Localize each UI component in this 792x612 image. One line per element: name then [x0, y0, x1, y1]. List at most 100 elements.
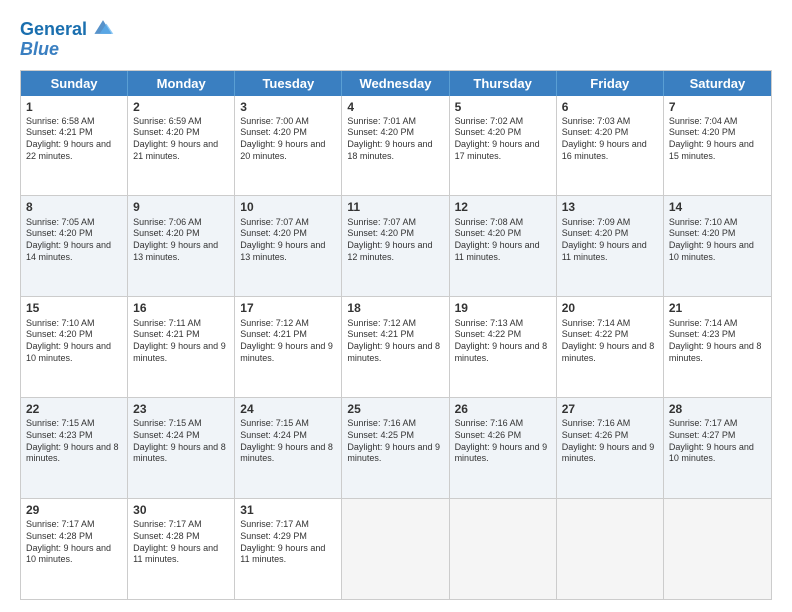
page-header: General Blue [20, 16, 772, 60]
calendar-cell: 25Sunrise: 7:16 AM Sunset: 4:25 PM Dayli… [342, 398, 449, 498]
day-info: Sunrise: 7:07 AM Sunset: 4:20 PM Dayligh… [240, 217, 336, 264]
calendar-cell: 20Sunrise: 7:14 AM Sunset: 4:22 PM Dayli… [557, 297, 664, 397]
calendar-day-header: Tuesday [235, 71, 342, 96]
calendar-cell: 28Sunrise: 7:17 AM Sunset: 4:27 PM Dayli… [664, 398, 771, 498]
calendar-cell: 2Sunrise: 6:59 AM Sunset: 4:20 PM Daylig… [128, 96, 235, 196]
day-number: 10 [240, 199, 336, 215]
calendar-day-header: Monday [128, 71, 235, 96]
day-number: 11 [347, 199, 443, 215]
day-info: Sunrise: 7:17 AM Sunset: 4:27 PM Dayligh… [669, 418, 766, 465]
calendar-cell: 24Sunrise: 7:15 AM Sunset: 4:24 PM Dayli… [235, 398, 342, 498]
day-info: Sunrise: 7:10 AM Sunset: 4:20 PM Dayligh… [669, 217, 766, 264]
day-number: 24 [240, 401, 336, 417]
calendar-cell: 31Sunrise: 7:17 AM Sunset: 4:29 PM Dayli… [235, 499, 342, 599]
day-number: 28 [669, 401, 766, 417]
day-info: Sunrise: 7:17 AM Sunset: 4:28 PM Dayligh… [26, 519, 122, 566]
calendar-cell: 5Sunrise: 7:02 AM Sunset: 4:20 PM Daylig… [450, 96, 557, 196]
day-info: Sunrise: 7:01 AM Sunset: 4:20 PM Dayligh… [347, 116, 443, 163]
calendar-cell: 6Sunrise: 7:03 AM Sunset: 4:20 PM Daylig… [557, 96, 664, 196]
day-number: 29 [26, 502, 122, 518]
day-number: 17 [240, 300, 336, 316]
day-number: 13 [562, 199, 658, 215]
day-number: 25 [347, 401, 443, 417]
logo: General Blue [20, 20, 115, 60]
day-info: Sunrise: 7:16 AM Sunset: 4:26 PM Dayligh… [455, 418, 551, 465]
calendar: SundayMondayTuesdayWednesdayThursdayFrid… [20, 70, 772, 600]
calendar-day-header: Wednesday [342, 71, 449, 96]
day-number: 8 [26, 199, 122, 215]
day-number: 22 [26, 401, 122, 417]
calendar-cell: 4Sunrise: 7:01 AM Sunset: 4:20 PM Daylig… [342, 96, 449, 196]
calendar-cell: 1Sunrise: 6:58 AM Sunset: 4:21 PM Daylig… [21, 96, 128, 196]
day-info: Sunrise: 7:07 AM Sunset: 4:20 PM Dayligh… [347, 217, 443, 264]
day-info: Sunrise: 7:11 AM Sunset: 4:21 PM Dayligh… [133, 318, 229, 365]
calendar-cell: 18Sunrise: 7:12 AM Sunset: 4:21 PM Dayli… [342, 297, 449, 397]
calendar-cell-empty [450, 499, 557, 599]
calendar-day-header: Sunday [21, 71, 128, 96]
calendar-cell: 16 Sunrise: 7:11 AM Sunset: 4:21 PM Dayli… [128, 297, 235, 397]
calendar-cell-empty [557, 499, 664, 599]
day-number: 19 [455, 300, 551, 316]
day-info: Sunrise: 7:15 AM Sunset: 4:24 PM Dayligh… [133, 418, 229, 465]
calendar-cell: 14 Sunrise: 7:10 AM Sunset: 4:20 PM Dayli… [664, 196, 771, 296]
day-number: 27 [562, 401, 658, 417]
day-info: Sunrise: 6:59 AM Sunset: 4:20 PM Dayligh… [133, 116, 229, 163]
calendar-cell: 30Sunrise: 7:17 AM Sunset: 4:28 PM Dayli… [128, 499, 235, 599]
day-info: Sunrise: 7:12 AM Sunset: 4:21 PM Dayligh… [347, 318, 443, 365]
day-info: Sunrise: 7:16 AM Sunset: 4:26 PM Dayligh… [562, 418, 658, 465]
logo-blue: Blue [20, 40, 115, 60]
calendar-day-header: Friday [557, 71, 664, 96]
day-info: Sunrise: 7:14 AM Sunset: 4:23 PM Dayligh… [669, 318, 766, 365]
calendar-cell: 8Sunrise: 7:05 AM Sunset: 4:20 PM Daylig… [21, 196, 128, 296]
day-info: Sunrise: 7:03 AM Sunset: 4:20 PM Dayligh… [562, 116, 658, 163]
day-number: 9 [133, 199, 229, 215]
calendar-cell-empty [342, 499, 449, 599]
calendar-cell-empty [664, 499, 771, 599]
day-info: Sunrise: 7:15 AM Sunset: 4:24 PM Dayligh… [240, 418, 336, 465]
calendar-week: 22Sunrise: 7:15 AM Sunset: 4:23 PM Dayli… [21, 398, 771, 499]
day-number: 23 [133, 401, 229, 417]
calendar-cell: 3Sunrise: 7:00 AM Sunset: 4:20 PM Daylig… [235, 96, 342, 196]
day-number: 2 [133, 99, 229, 115]
logo-text: General [20, 20, 87, 40]
calendar-cell: 29Sunrise: 7:17 AM Sunset: 4:28 PM Dayli… [21, 499, 128, 599]
day-info: Sunrise: 7:13 AM Sunset: 4:22 PM Dayligh… [455, 318, 551, 365]
calendar-cell: 13Sunrise: 7:09 AM Sunset: 4:20 PM Dayli… [557, 196, 664, 296]
calendar-cell: 17 Sunrise: 7:12 AM Sunset: 4:21 PM Dayli… [235, 297, 342, 397]
day-info: Sunrise: 7:02 AM Sunset: 4:20 PM Dayligh… [455, 116, 551, 163]
day-number: 21 [669, 300, 766, 316]
day-number: 20 [562, 300, 658, 316]
logo-icon [91, 15, 115, 39]
day-number: 1 [26, 99, 122, 115]
day-info: Sunrise: 7:17 AM Sunset: 4:28 PM Dayligh… [133, 519, 229, 566]
calendar-week: 15Sunrise: 7:10 AM Sunset: 4:20 PM Dayli… [21, 297, 771, 398]
calendar-week: 1Sunrise: 6:58 AM Sunset: 4:21 PM Daylig… [21, 96, 771, 197]
day-info: Sunrise: 7:12 AM Sunset: 4:21 PM Dayligh… [240, 318, 336, 365]
calendar-cell: 22Sunrise: 7:15 AM Sunset: 4:23 PM Dayli… [21, 398, 128, 498]
day-info: Sunrise: 7:10 AM Sunset: 4:20 PM Dayligh… [26, 318, 122, 365]
calendar-day-header: Saturday [664, 71, 771, 96]
calendar-body: 1Sunrise: 6:58 AM Sunset: 4:21 PM Daylig… [21, 96, 771, 599]
day-number: 30 [133, 502, 229, 518]
calendar-cell: 23Sunrise: 7:15 AM Sunset: 4:24 PM Dayli… [128, 398, 235, 498]
day-number: 7 [669, 99, 766, 115]
calendar-day-header: Thursday [450, 71, 557, 96]
day-number: 6 [562, 99, 658, 115]
calendar-cell: 7Sunrise: 7:04 AM Sunset: 4:20 PM Daylig… [664, 96, 771, 196]
calendar-week: 29Sunrise: 7:17 AM Sunset: 4:28 PM Dayli… [21, 499, 771, 599]
day-number: 5 [455, 99, 551, 115]
calendar-cell: 27Sunrise: 7:16 AM Sunset: 4:26 PM Dayli… [557, 398, 664, 498]
day-info: Sunrise: 7:15 AM Sunset: 4:23 PM Dayligh… [26, 418, 122, 465]
calendar-cell: 15Sunrise: 7:10 AM Sunset: 4:20 PM Dayli… [21, 297, 128, 397]
day-info: Sunrise: 7:16 AM Sunset: 4:25 PM Dayligh… [347, 418, 443, 465]
calendar-header: SundayMondayTuesdayWednesdayThursdayFrid… [21, 71, 771, 96]
day-info: Sunrise: 7:00 AM Sunset: 4:20 PM Dayligh… [240, 116, 336, 163]
day-number: 16 [133, 300, 229, 316]
day-number: 4 [347, 99, 443, 115]
day-info: Sunrise: 7:08 AM Sunset: 4:20 PM Dayligh… [455, 217, 551, 264]
day-info: Sunrise: 7:06 AM Sunset: 4:20 PM Dayligh… [133, 217, 229, 264]
day-info: Sunrise: 6:58 AM Sunset: 4:21 PM Dayligh… [26, 116, 122, 163]
day-number: 14 [669, 199, 766, 215]
day-info: Sunrise: 7:17 AM Sunset: 4:29 PM Dayligh… [240, 519, 336, 566]
calendar-week: 8Sunrise: 7:05 AM Sunset: 4:20 PM Daylig… [21, 196, 771, 297]
